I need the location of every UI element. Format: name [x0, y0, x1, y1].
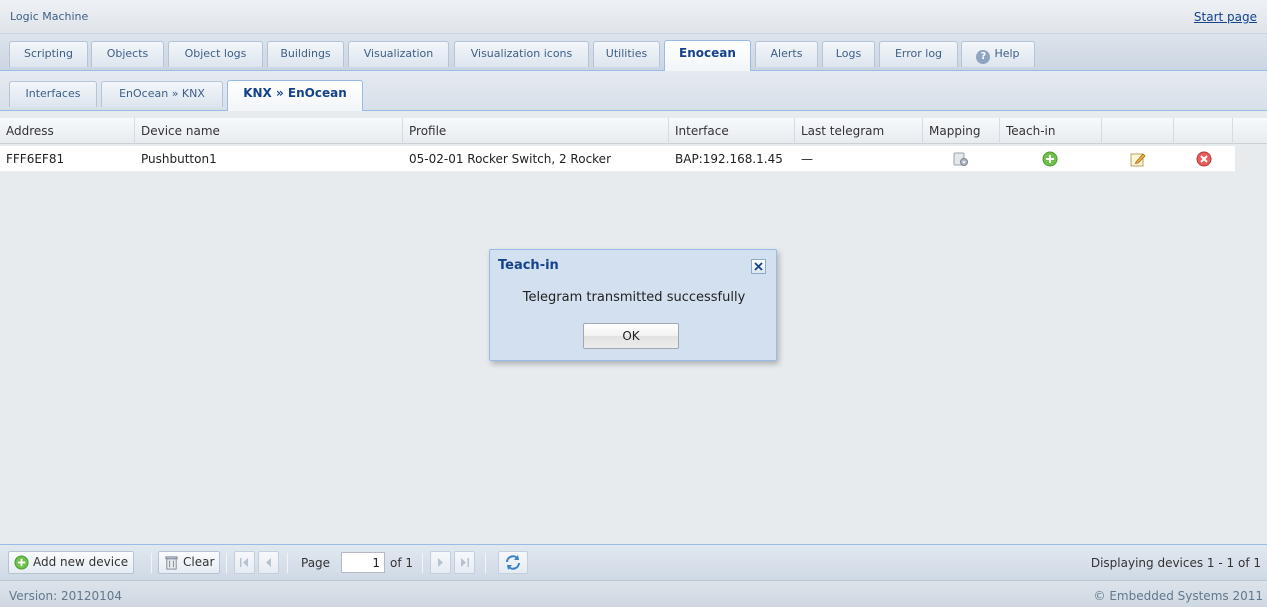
page-label: Page [301, 556, 331, 570]
next-page-icon [438, 558, 443, 567]
edit-pencil-icon[interactable] [1130, 151, 1146, 167]
page-count-label: of 1 [390, 556, 414, 570]
column-header-last-telegram[interactable]: Last telegram [795, 118, 923, 144]
trash-icon [165, 556, 178, 570]
tab-buildings[interactable]: Buildings [267, 41, 344, 67]
add-device-button[interactable]: Add new device [8, 551, 135, 574]
tab-label: Objects [106, 47, 149, 60]
tab-label: Error log [894, 47, 943, 60]
subtab-knx-to-enocean[interactable]: KNX » EnOcean [227, 80, 363, 111]
tab-label: Enocean [679, 46, 736, 60]
footer: Version: 20120104 © Embedded Systems 201… [0, 580, 1267, 607]
close-icon[interactable] [751, 259, 766, 274]
tab-logs[interactable]: Logs [822, 41, 875, 67]
teach-in-plus-icon[interactable] [1042, 151, 1058, 167]
main-tab-bar: Scripting Objects Object logs Buildings … [0, 34, 1267, 71]
app-title: Logic Machine [10, 10, 89, 23]
tab-objects[interactable]: Objects [91, 41, 164, 67]
table-row[interactable]: FFF6EF81 Pushbutton1 05-02-01 Rocker Swi… [0, 146, 1235, 172]
start-page-link[interactable]: Start page [1194, 10, 1257, 24]
tab-label: KNX » EnOcean [243, 86, 347, 100]
tab-label: Logs [835, 47, 862, 60]
version-text: Version: 20120104 [9, 589, 123, 603]
tab-scripting[interactable]: Scripting [9, 41, 88, 67]
column-header-interface[interactable]: Interface [669, 118, 795, 144]
cell-device-name: Pushbutton1 [141, 152, 217, 166]
last-page-button[interactable] [454, 551, 475, 574]
close-x-glyph [754, 262, 763, 271]
subtab-interfaces[interactable]: Interfaces [9, 81, 97, 107]
tab-error-log[interactable]: Error log [879, 41, 958, 67]
teach-in-dialog: Teach-in Telegram transmitted successful… [489, 249, 777, 361]
tab-label: Buildings [280, 47, 331, 60]
tab-enocean[interactable]: Enocean [664, 40, 751, 71]
mapping-gear-icon[interactable] [953, 151, 969, 167]
help-icon: ? [976, 50, 991, 64]
delete-x-icon[interactable] [1196, 151, 1212, 167]
dialog-title: Teach-in [498, 258, 559, 273]
column-header-edit [1102, 118, 1174, 144]
cell-address: FFF6EF81 [6, 152, 65, 166]
tab-label: Visualization [363, 47, 434, 60]
sub-tab-bar: Interfaces EnOcean » KNX KNX » EnOcean [0, 71, 1267, 111]
tab-label: Scripting [24, 47, 73, 60]
toolbar-separator [151, 553, 152, 573]
first-page-button[interactable] [234, 551, 255, 574]
tab-label: Interfaces [25, 87, 81, 100]
grid-header: Address Device name Profile Interface La… [0, 118, 1267, 144]
cell-interface: BAP:192.168.1.45 [675, 152, 783, 166]
cell-profile: 05-02-01 Rocker Switch, 2 Rocker [409, 152, 612, 166]
column-header-device-name[interactable]: Device name [135, 118, 403, 144]
tab-label: Utilities [605, 47, 648, 60]
add-icon [14, 555, 29, 570]
refresh-button[interactable] [498, 551, 528, 574]
column-header-teach-in[interactable]: Teach-in [1000, 118, 1102, 144]
ok-button[interactable]: OK [583, 323, 679, 349]
tab-label: Help [994, 47, 1020, 60]
toolbar-separator [287, 553, 288, 573]
next-page-button[interactable] [430, 551, 451, 574]
prev-page-icon [266, 558, 271, 567]
tab-label: Visualization icons [470, 47, 573, 60]
clear-button[interactable]: Clear [158, 551, 221, 574]
tab-label: Object logs [184, 47, 247, 60]
add-device-label: Add new device [33, 555, 129, 569]
page-number-input[interactable] [341, 552, 385, 573]
tab-alerts[interactable]: Alerts [755, 41, 818, 67]
clear-label: Clear [183, 555, 215, 569]
tab-label: Alerts [770, 47, 803, 60]
dialog-message: Telegram transmitted successfully [522, 290, 746, 305]
column-header-mapping[interactable]: Mapping [923, 118, 1000, 144]
toolbar-separator [226, 553, 227, 573]
toolbar-separator [422, 553, 423, 573]
tab-utilities[interactable]: Utilities [593, 41, 660, 67]
tab-help[interactable]: ? Help [961, 41, 1035, 67]
first-page-icon [240, 558, 248, 567]
top-bar: Logic Machine Start page [0, 0, 1267, 34]
column-header-profile[interactable]: Profile [403, 118, 669, 144]
column-header-address[interactable]: Address [0, 118, 135, 144]
last-page-icon [461, 558, 469, 567]
tab-visualization-icons[interactable]: Visualization icons [454, 41, 589, 67]
tab-object-logs[interactable]: Object logs [168, 41, 263, 67]
column-header-delete [1174, 118, 1233, 144]
refresh-icon [506, 555, 520, 570]
bottom-toolbar: Add new device Clear Page of 1 [0, 544, 1267, 580]
toolbar-separator [485, 553, 486, 573]
tab-label: EnOcean » KNX [119, 87, 205, 100]
copyright-text: © Embedded Systems 2011 [1093, 589, 1264, 603]
cell-last-telegram: — [801, 152, 813, 166]
tab-visualization[interactable]: Visualization [348, 41, 449, 67]
display-info: Displaying devices 1 - 1 of 1 [1090, 556, 1261, 570]
prev-page-button[interactable] [258, 551, 279, 574]
subtab-enocean-to-knx[interactable]: EnOcean » KNX [101, 81, 223, 107]
